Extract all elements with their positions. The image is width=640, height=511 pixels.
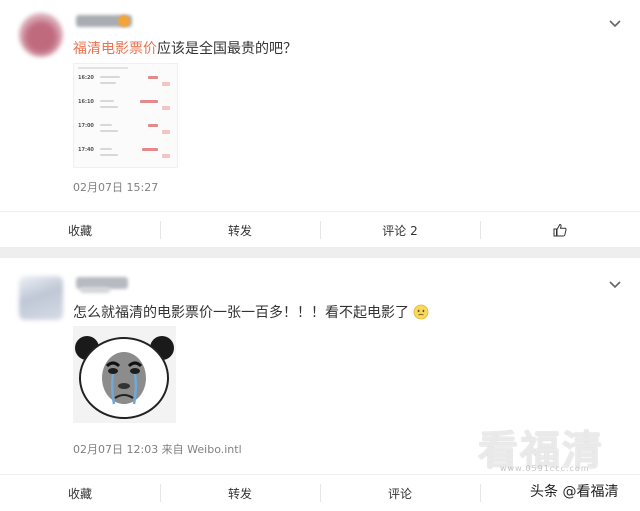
- thumbnail-row: 16:10: [78, 98, 172, 118]
- comment-button[interactable]: 评论: [320, 475, 480, 511]
- screenshot-thumbnail[interactable]: 16:20 16:10 17:00 17:40: [73, 63, 178, 168]
- thumbnail-header: [78, 67, 128, 69]
- showtime: 16:10: [78, 99, 94, 105]
- avatar[interactable]: [19, 13, 63, 57]
- favorite-button[interactable]: 收藏: [0, 212, 160, 248]
- post-timestamp[interactable]: 02月07日 12:03 来自 Weibo.intl: [73, 441, 242, 457]
- post-text-body: 应该是全国最贵的吧？: [157, 41, 297, 57]
- divider: [480, 484, 481, 502]
- comment-button[interactable]: 评论 2: [320, 212, 480, 248]
- avatar[interactable]: [19, 276, 63, 320]
- user-subtitle-blurred: [80, 287, 110, 293]
- showtime: 17:40: [78, 147, 94, 153]
- toutiao-watermark: 头条 @看福清: [528, 481, 621, 501]
- thumbnail-row: 17:40: [78, 146, 172, 166]
- weibo-post-1: 福清电影票价应该是全国最贵的吧？ 16:20 16:10 17:00 17:40: [0, 0, 640, 247]
- post-text: 怎么就福清的电影票价一张一百多！！！看不起电影了: [73, 302, 429, 322]
- favorite-button[interactable]: 收藏: [0, 475, 160, 511]
- chevron-down-icon[interactable]: [608, 17, 622, 31]
- action-bar: 收藏 转发 评论 2: [0, 211, 640, 248]
- chevron-down-icon[interactable]: [608, 278, 622, 292]
- emoji-icon: [414, 304, 429, 320]
- thumbnail-row: 17:00: [78, 122, 172, 142]
- showtime: 17:00: [78, 123, 94, 129]
- post-timestamp[interactable]: 02月07日 15:27: [73, 179, 158, 195]
- panda-meme-image[interactable]: [73, 326, 176, 423]
- vip-badge-icon: [118, 15, 130, 27]
- post-text: 福清电影票价应该是全国最贵的吧？: [73, 38, 297, 58]
- hashtag-link[interactable]: 福清电影票价: [73, 41, 157, 57]
- thumbs-up-icon: [553, 223, 567, 237]
- post-text-body: 怎么就福清的电影票价一张一百多！！！看不起电影了: [73, 305, 409, 321]
- like-button[interactable]: [480, 212, 640, 248]
- thumbnail-row: 16:20: [78, 74, 172, 94]
- repost-button[interactable]: 转发: [160, 475, 320, 511]
- watermark-url: www.0591ccc.com: [500, 464, 590, 473]
- repost-button[interactable]: 转发: [160, 212, 320, 248]
- showtime: 16:20: [78, 75, 94, 81]
